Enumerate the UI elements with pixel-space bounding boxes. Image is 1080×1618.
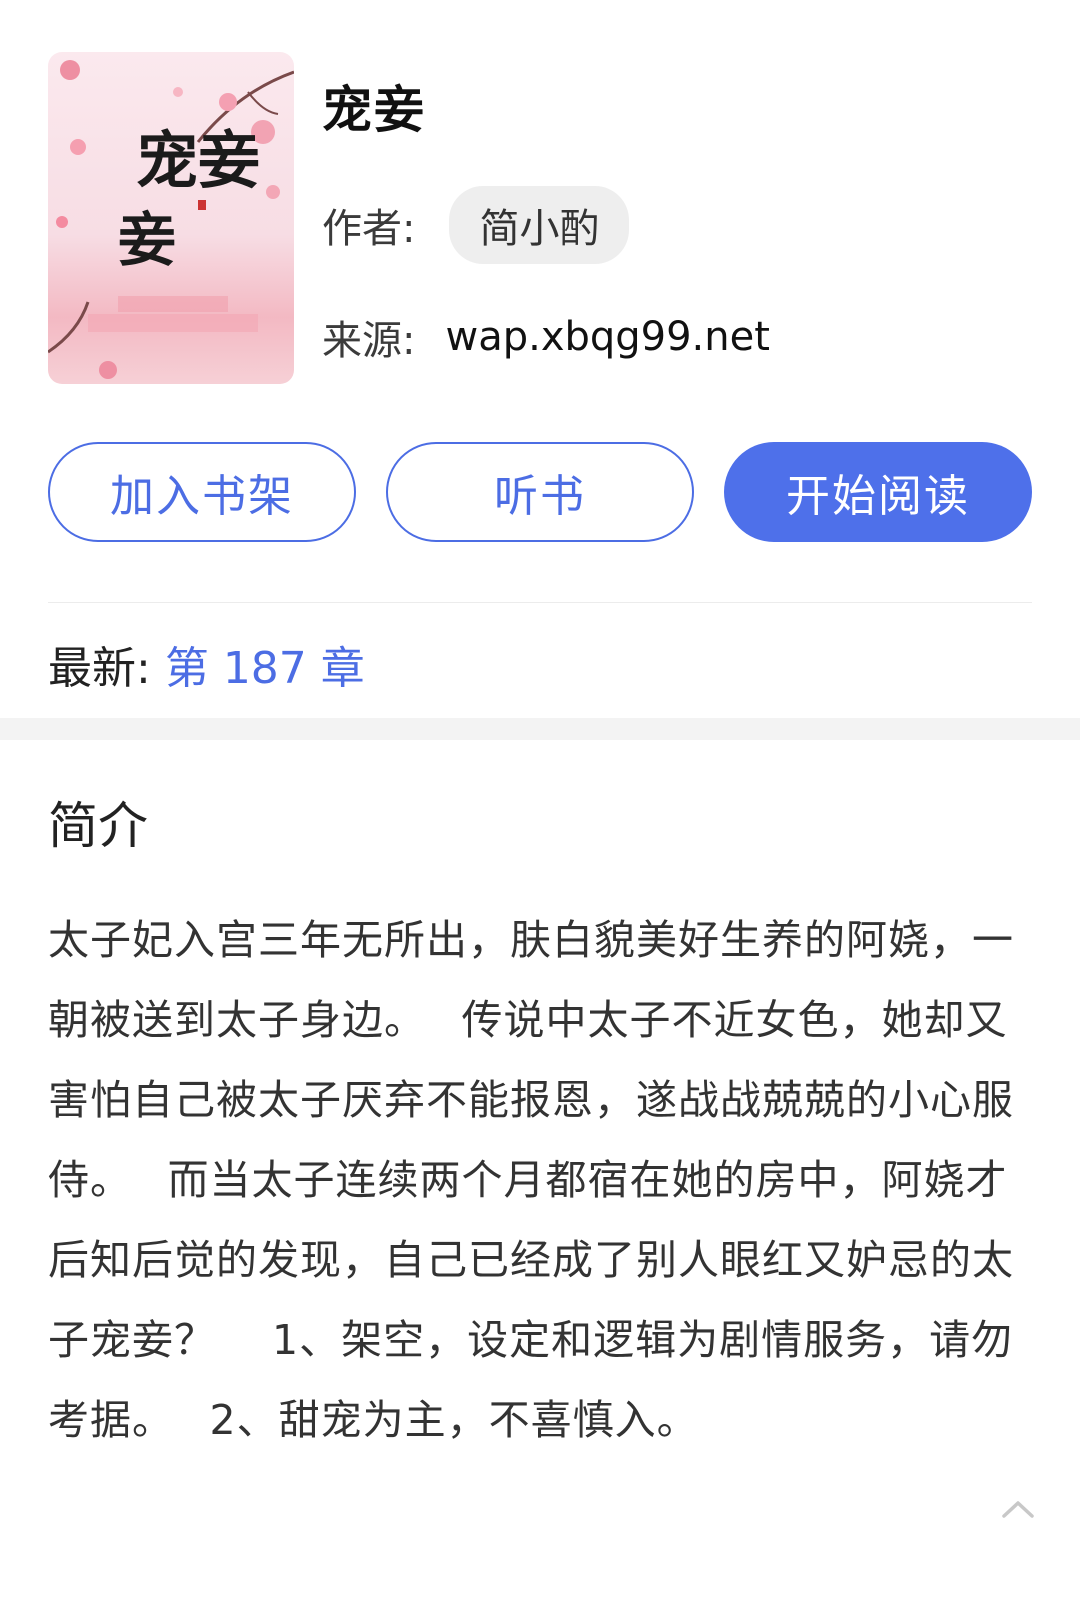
book-info: 宠妾 作者: 简小酌 来源: wap.xbqg99.net <box>322 52 1022 384</box>
cover-art: 宠妾 妾 <box>48 52 294 384</box>
chevron-up-icon[interactable] <box>998 1494 1038 1524</box>
source-label: 来源: <box>322 318 416 364</box>
latest-chapter-link[interactable]: 第 187 章 <box>165 632 365 696</box>
svg-text:妾: 妾 <box>118 206 176 274</box>
synopsis-text: 太子妃入宫三年无所出，肤白貌美好生养的阿娆，一朝被送到太子身边。 传说中太子不近… <box>48 916 1014 1444</box>
section-separator <box>0 718 1080 740</box>
divider <box>48 602 1032 603</box>
author-row: 作者: 简小酌 <box>322 186 630 264</box>
source-row: 来源: wap.xbqg99.net <box>322 308 770 366</box>
book-header: 宠妾 妾 宠妾 作者: 简小酌 来源: wap.xbqg99.net <box>48 52 1032 384</box>
author-label: 作者: <box>322 206 416 252</box>
author-chip[interactable]: 简小酌 <box>449 186 630 264</box>
start-reading-button[interactable]: 开始阅读 <box>724 442 1032 542</box>
book-cover-image[interactable]: 宠妾 妾 <box>48 52 294 384</box>
latest-label: 最新: <box>48 643 151 694</box>
action-buttons: 加入书架 听书 开始阅读 <box>48 442 1032 546</box>
add-to-shelf-button[interactable]: 加入书架 <box>48 442 356 542</box>
source-value: wap.xbqg99.net <box>445 314 770 360</box>
book-title: 宠妾 <box>322 81 426 139</box>
listen-button[interactable]: 听书 <box>386 442 694 542</box>
latest-chapter-row: 最新: 第 187 章 <box>48 632 365 696</box>
synopsis-heading: 简介 <box>48 797 148 855</box>
cover-title-text: 宠妾 <box>136 124 260 197</box>
